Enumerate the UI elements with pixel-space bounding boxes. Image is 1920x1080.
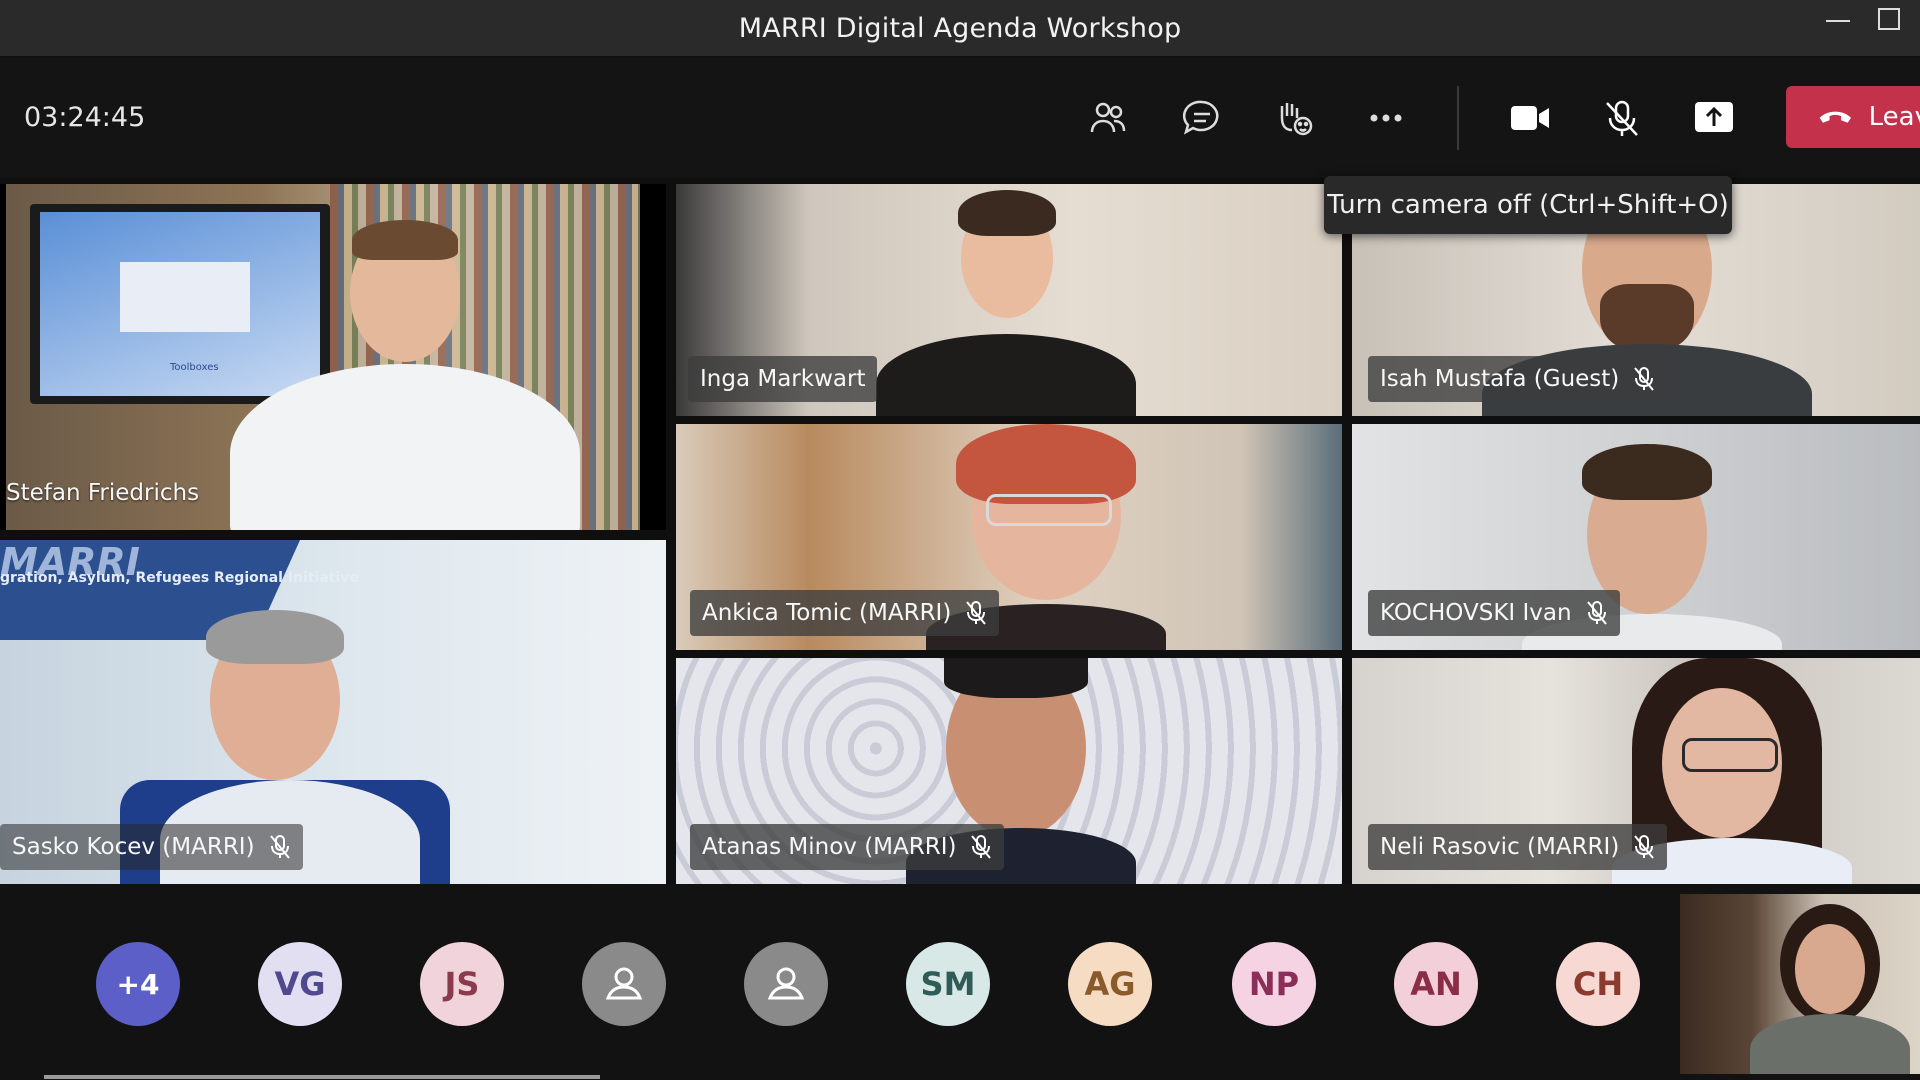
participant-name-badge: Inga Markwart: [688, 356, 878, 402]
share-screen-button[interactable]: [1682, 86, 1746, 150]
banner-subtext: gration, Asylum, Refugees Regional Initi…: [0, 570, 359, 586]
avatar-anonymous[interactable]: [744, 942, 828, 1026]
mic-off-icon: [1634, 835, 1655, 859]
video-tile-ankica[interactable]: Ankica Tomic (MARRI): [676, 424, 1342, 650]
overflow-participants-avatar[interactable]: +4: [96, 942, 180, 1026]
controls-divider: [1457, 86, 1459, 150]
video-tile-kochovski[interactable]: KOCHOVSKI Ivan: [1352, 424, 1920, 650]
chat-button[interactable]: [1170, 86, 1234, 150]
scroll-indicator: [44, 1075, 600, 1079]
reactions-button[interactable]: [1262, 86, 1326, 150]
video-tile-sasko[interactable]: MARRI gration, Asylum, Refugees Regional…: [0, 540, 666, 884]
person-icon: [767, 967, 805, 1000]
participant-name: Stefan Friedrichs: [6, 480, 200, 506]
participant-name: Sasko Kocev (MARRI): [12, 834, 255, 860]
more-actions-button[interactable]: [1354, 86, 1418, 150]
more-icon: [1370, 114, 1402, 122]
avatar-np[interactable]: NP: [1232, 942, 1316, 1026]
camera-toggle-button[interactable]: [1498, 86, 1562, 150]
mic-toggle-button[interactable]: [1590, 86, 1654, 150]
mic-off-icon: [269, 835, 290, 859]
self-view-video[interactable]: [1680, 894, 1920, 1074]
window-title-bar: MARRI Digital Agenda Workshop: [0, 0, 1920, 58]
person-torso: [230, 364, 580, 530]
video-tile-stefan[interactable]: Toolboxes Stefan Friedrichs: [0, 184, 666, 530]
avatar-an[interactable]: AN: [1394, 942, 1478, 1026]
participant-name: KOCHOVSKI Ivan: [1380, 600, 1572, 626]
video-tile-neli[interactable]: Neli Rasovic (MARRI): [1352, 658, 1920, 884]
camera-tooltip: Turn camera off (Ctrl+Shift+O): [1324, 176, 1732, 234]
avatar-js[interactable]: JS: [420, 942, 504, 1026]
leave-label: Leave: [1868, 102, 1920, 132]
video-tile-atanas[interactable]: Atanas Minov (MARRI): [676, 658, 1342, 884]
tv-toolboxes-text: Toolboxes: [170, 362, 219, 373]
mic-off-icon: [1634, 367, 1655, 391]
phone-hangup-icon: [1819, 111, 1852, 123]
participant-name-badge: Sasko Kocev (MARRI): [0, 824, 303, 870]
window-title: MARRI Digital Agenda Workshop: [738, 12, 1182, 44]
participants-button[interactable]: [1076, 86, 1140, 150]
participant-name: Inga Markwart: [700, 366, 866, 392]
people-icon: [1090, 102, 1126, 133]
avatar-anonymous[interactable]: [582, 942, 666, 1026]
participant-name-badge: KOCHOVSKI Ivan: [1368, 590, 1620, 636]
avatar-ag[interactable]: AG: [1068, 942, 1152, 1026]
meeting-controls-bar: 03:24:45 Lea: [0, 58, 1920, 178]
avatar-ch[interactable]: CH: [1556, 942, 1640, 1026]
mic-off-icon: [1586, 601, 1607, 625]
avatar-vg[interactable]: VG: [258, 942, 342, 1026]
chat-icon: [1182, 100, 1219, 135]
avatar-sm[interactable]: SM: [906, 942, 990, 1026]
mic-off-icon: [966, 601, 987, 625]
minimize-icon[interactable]: [1826, 10, 1850, 34]
participant-name-badge: Ankica Tomic (MARRI): [690, 590, 1000, 636]
participant-name: Neli Rasovic (MARRI): [1380, 834, 1620, 860]
meeting-timer: 03:24:45: [24, 102, 146, 133]
raise-hand-icon: [1280, 103, 1313, 136]
participant-name: Atanas Minov (MARRI): [702, 834, 957, 860]
mic-off-icon: [1606, 100, 1638, 136]
camera-icon: [1511, 106, 1549, 130]
mic-off-icon: [971, 835, 992, 859]
participant-name-badge: Isah Mustafa (Guest): [1368, 356, 1668, 402]
participant-name: Isah Mustafa (Guest): [1380, 366, 1620, 392]
share-icon: [1695, 102, 1733, 132]
video-tile-inga[interactable]: Inga Markwart: [676, 184, 1342, 416]
leave-button[interactable]: Leave: [1786, 86, 1920, 148]
person-head: [1795, 924, 1865, 1014]
participant-name: Ankica Tomic (MARRI): [702, 600, 952, 626]
person-icon: [605, 967, 643, 1000]
maximize-icon[interactable]: [1878, 8, 1900, 30]
participant-name-badge: Neli Rasovic (MARRI): [1368, 824, 1668, 870]
participant-name-badge: Atanas Minov (MARRI): [690, 824, 1005, 870]
